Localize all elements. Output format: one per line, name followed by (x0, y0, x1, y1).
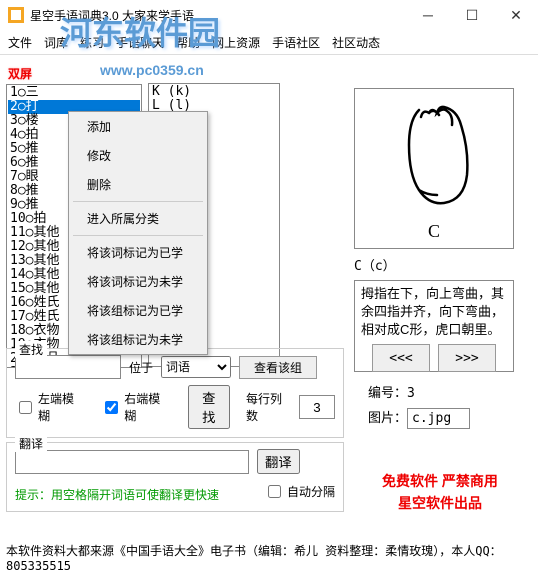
list-item[interactable]: K (k) (150, 85, 278, 99)
context-menu-item[interactable]: 删除 (69, 170, 207, 199)
translate-legend: 翻译 (15, 435, 47, 452)
app-icon (8, 7, 24, 23)
footer-text: 本软件资料大都来源《中国手语大全》电子书（编辑：希儿 资料整理：柔情玫瑰），本人… (6, 542, 532, 573)
search-input[interactable] (15, 355, 121, 379)
search-box: 查找 位于 词语 查看该组 左端模糊 右端模糊 查找 每行列数 (6, 348, 344, 438)
list-item[interactable]: 1○三 (8, 86, 140, 100)
hand-sign-image: C (354, 88, 514, 249)
glyph-label: C（c） (354, 255, 514, 274)
context-menu: 添加修改删除进入所属分类将该词标记为已学将该词标记为未学将该组标记为已学将该组标… (68, 111, 208, 355)
search-legend: 查找 (15, 341, 47, 358)
translate-box: 翻译 翻译 提示：用空格隔开词语可使翻译更快速 自动分隔 (6, 442, 344, 512)
menu-help[interactable]: 帮助 (176, 34, 200, 51)
window-title: 星空手语词典3.0 大家来学手语 (30, 7, 406, 24)
menubar: 文件 词库 练习 手语聊天 帮助 网上资源 手语社区 社区动态 (0, 30, 538, 55)
menu-practice[interactable]: 练习 (80, 34, 104, 51)
context-menu-item[interactable]: 将该组标记为已学 (69, 296, 207, 325)
close-button[interactable]: ✕ (494, 0, 538, 30)
group-label: 双屏 (8, 65, 142, 82)
minimize-button[interactable]: ─ (406, 0, 450, 30)
right-blur-checkbox[interactable]: 右端模糊 (101, 390, 171, 424)
menu-news[interactable]: 社区动态 (332, 34, 380, 51)
translate-input[interactable] (15, 450, 249, 474)
search-button[interactable]: 查找 (188, 385, 230, 429)
hand-icon (389, 95, 479, 215)
auto-split-checkbox[interactable]: 自动分隔 (264, 482, 335, 501)
brand-text: 免费软件 严禁商用 星空软件出品 (360, 470, 520, 514)
maximize-button[interactable]: ☐ (450, 0, 494, 30)
search-scope-select[interactable]: 词语 (161, 356, 231, 378)
pos-label: 位于 (129, 359, 153, 376)
translate-button[interactable]: 翻译 (257, 449, 300, 474)
left-blur-checkbox[interactable]: 左端模糊 (15, 390, 85, 424)
view-group-button[interactable]: 查看该组 (239, 356, 317, 379)
menu-file[interactable]: 文件 (8, 34, 32, 51)
menu-dict[interactable]: 词库 (44, 34, 68, 51)
context-menu-item[interactable]: 添加 (69, 112, 207, 141)
glyph-caption: C (428, 221, 440, 242)
perline-label: 每行列数 (246, 390, 293, 424)
context-menu-item[interactable]: 将该词标记为已学 (69, 238, 207, 267)
context-menu-item[interactable]: 进入所属分类 (69, 204, 207, 233)
menu-online[interactable]: 网上资源 (212, 34, 260, 51)
context-menu-item[interactable]: 修改 (69, 141, 207, 170)
menu-chat[interactable]: 手语聊天 (116, 34, 164, 51)
context-menu-item[interactable]: 将该组标记为未学 (69, 325, 207, 354)
translate-tip: 提示：用空格隔开词语可使翻译更快速 (15, 486, 219, 503)
menu-community[interactable]: 手语社区 (272, 34, 320, 51)
titlebar: 星空手语词典3.0 大家来学手语 ─ ☐ ✕ (0, 0, 538, 30)
perline-input[interactable] (299, 395, 335, 419)
context-menu-item[interactable]: 将该词标记为未学 (69, 267, 207, 296)
